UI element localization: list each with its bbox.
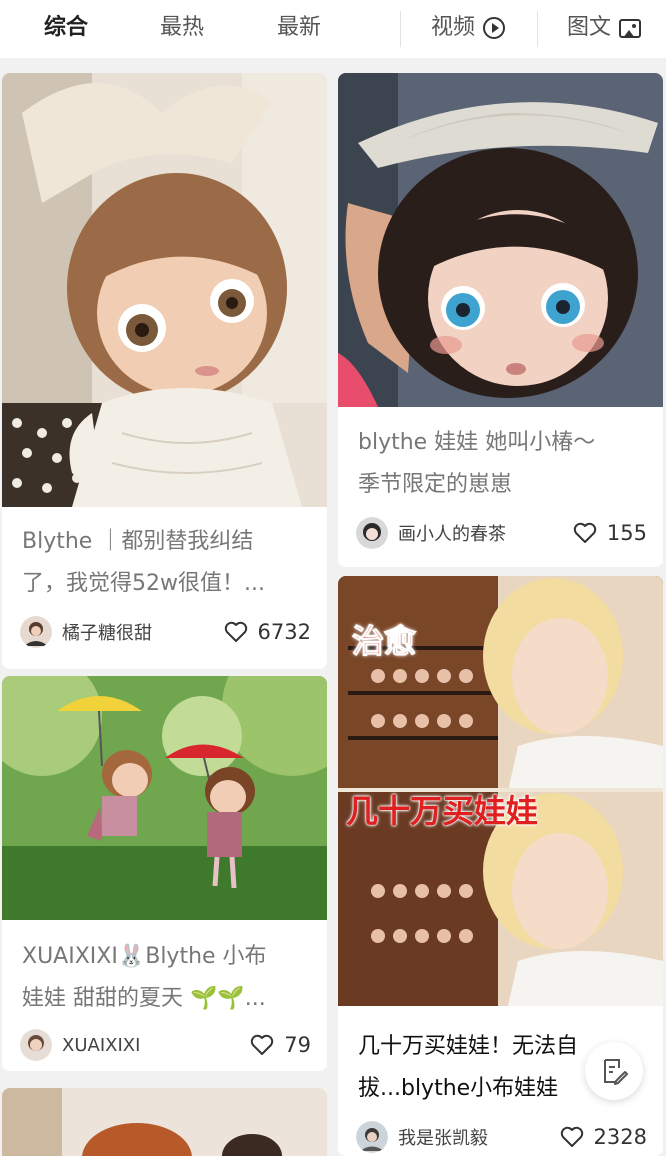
card-cover-image: 治愈 几十万买娃娃: [338, 576, 663, 1006]
card-cover-image: [2, 73, 327, 507]
card-cover-image: [2, 1088, 327, 1156]
like-count: 155: [606, 521, 647, 545]
card-title-line: Blythe ｜都别替我纠结: [22, 529, 254, 554]
tab-image-text-label: 图文: [567, 15, 612, 40]
card-footer: 我是张凯毅 2328: [356, 1120, 647, 1154]
avatar[interactable]: [356, 517, 388, 549]
heart-icon[interactable]: [224, 621, 248, 643]
card-title-line: 了，我觉得52w很值！...: [22, 571, 265, 596]
avatar[interactable]: [20, 1029, 52, 1061]
feed-card[interactable]: Blythe ｜都别替我纠结 了，我觉得52w很值！... 橘子糖很甜 6732: [2, 73, 327, 669]
author-name[interactable]: XUAIXIXI: [62, 1035, 250, 1056]
tab-divider: [537, 11, 538, 47]
card-title[interactable]: XUAIXIXI🐰Blythe 小布 娃娃 甜甜的夏天 🌱🌱...: [22, 936, 311, 1020]
feed-card[interactable]: XUAIXIXI🐰Blythe 小布 娃娃 甜甜的夏天 🌱🌱... XUAIXI…: [2, 676, 327, 1071]
card-title-line: 娃娃 甜甜的夏天 🌱🌱...: [22, 986, 266, 1011]
play-circle-icon: [483, 17, 506, 39]
like-count: 79: [284, 1033, 311, 1057]
top-tab-bar: 综合 最热 最新 视频 图文: [0, 0, 666, 58]
tab-image-text[interactable]: 图文: [567, 12, 642, 44]
feed-card[interactable]: [2, 1088, 327, 1156]
heart-icon[interactable]: [573, 522, 597, 544]
author-name[interactable]: 我是张凯毅: [398, 1124, 560, 1150]
tab-hottest-label: 最热: [160, 15, 205, 40]
card-footer: XUAIXIXI 79: [20, 1028, 311, 1062]
image-icon: [619, 18, 642, 38]
author-name[interactable]: 画小人的春茶: [398, 520, 573, 546]
heart-icon[interactable]: [560, 1126, 584, 1148]
cover-overlay-text: 治愈: [351, 622, 417, 661]
card-footer: 画小人的春茶 155: [356, 516, 647, 550]
card-cover-image: [338, 73, 663, 407]
card-title[interactable]: Blythe ｜都别替我纠结 了，我觉得52w很值！...: [22, 521, 311, 605]
compose-button[interactable]: [585, 1042, 643, 1100]
avatar[interactable]: [356, 1121, 388, 1153]
tab-video-label: 视频: [431, 15, 476, 40]
author-name[interactable]: 橘子糖很甜: [62, 619, 224, 645]
card-title-line: 季节限定的崽崽: [358, 472, 513, 497]
tab-newest[interactable]: 最新: [277, 12, 321, 44]
card-cover-image: [2, 676, 327, 920]
like-count: 6732: [257, 620, 311, 644]
tab-video[interactable]: 视频: [431, 12, 506, 44]
heart-icon[interactable]: [250, 1034, 274, 1056]
avatar[interactable]: [20, 616, 52, 648]
feed-card[interactable]: blythe 娃娃 她叫小椿～ 季节限定的崽崽 画小人的春茶 155: [338, 73, 663, 567]
tab-newest-label: 最新: [277, 15, 322, 40]
edit-note-icon: [604, 1059, 628, 1085]
card-title-line: XUAIXIXI🐰Blythe 小布: [22, 944, 267, 969]
card-title-line: blythe 娃娃 她叫小椿～: [358, 430, 596, 455]
tab-comprehensive[interactable]: 综合: [44, 12, 88, 44]
card-footer: 橘子糖很甜 6732: [20, 615, 311, 649]
card-title[interactable]: blythe 娃娃 她叫小椿～ 季节限定的崽崽: [358, 422, 647, 506]
cover-overlay-text: 几十万买娃娃: [346, 792, 539, 830]
tab-divider: [400, 11, 401, 47]
like-count: 2328: [593, 1125, 647, 1149]
tab-comprehensive-label: 综合: [44, 15, 89, 40]
tab-hottest[interactable]: 最热: [160, 12, 204, 44]
